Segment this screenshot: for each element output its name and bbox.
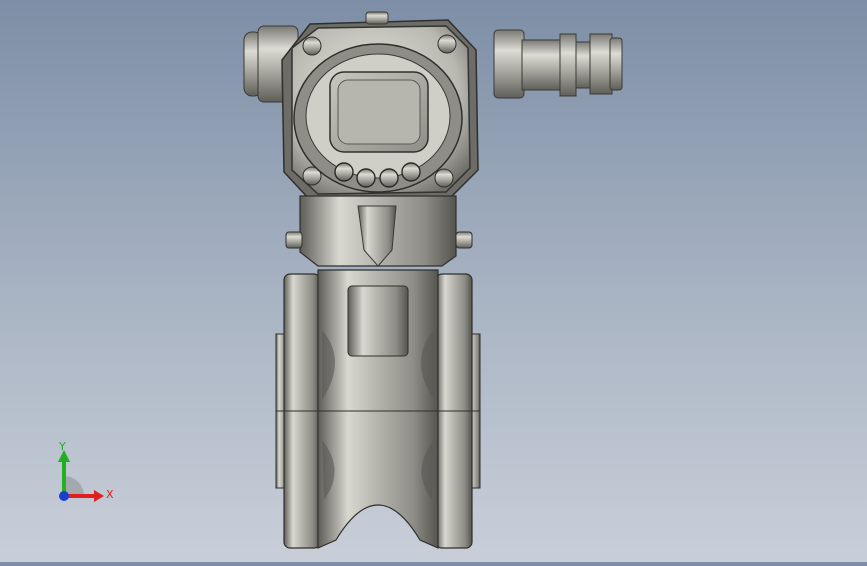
- key-button-icon[interactable]: [356, 168, 376, 188]
- lcd-glass: [337, 79, 421, 145]
- cad-graphics-viewport[interactable]: [0, 0, 867, 562]
- housing-top-knob: [365, 11, 389, 25]
- y-axis-label: Y: [58, 440, 66, 453]
- sensor-block: [347, 285, 409, 357]
- flowmeter-model[interactable]: [0, 0, 867, 562]
- cable-gland[interactable]: [493, 29, 623, 99]
- x-axis-label: X: [106, 488, 114, 501]
- key-button-icon[interactable]: [379, 168, 399, 188]
- reference-triad: Y X: [58, 440, 114, 502]
- key-button-icon[interactable]: [334, 162, 354, 182]
- key-button-icon[interactable]: [401, 162, 421, 182]
